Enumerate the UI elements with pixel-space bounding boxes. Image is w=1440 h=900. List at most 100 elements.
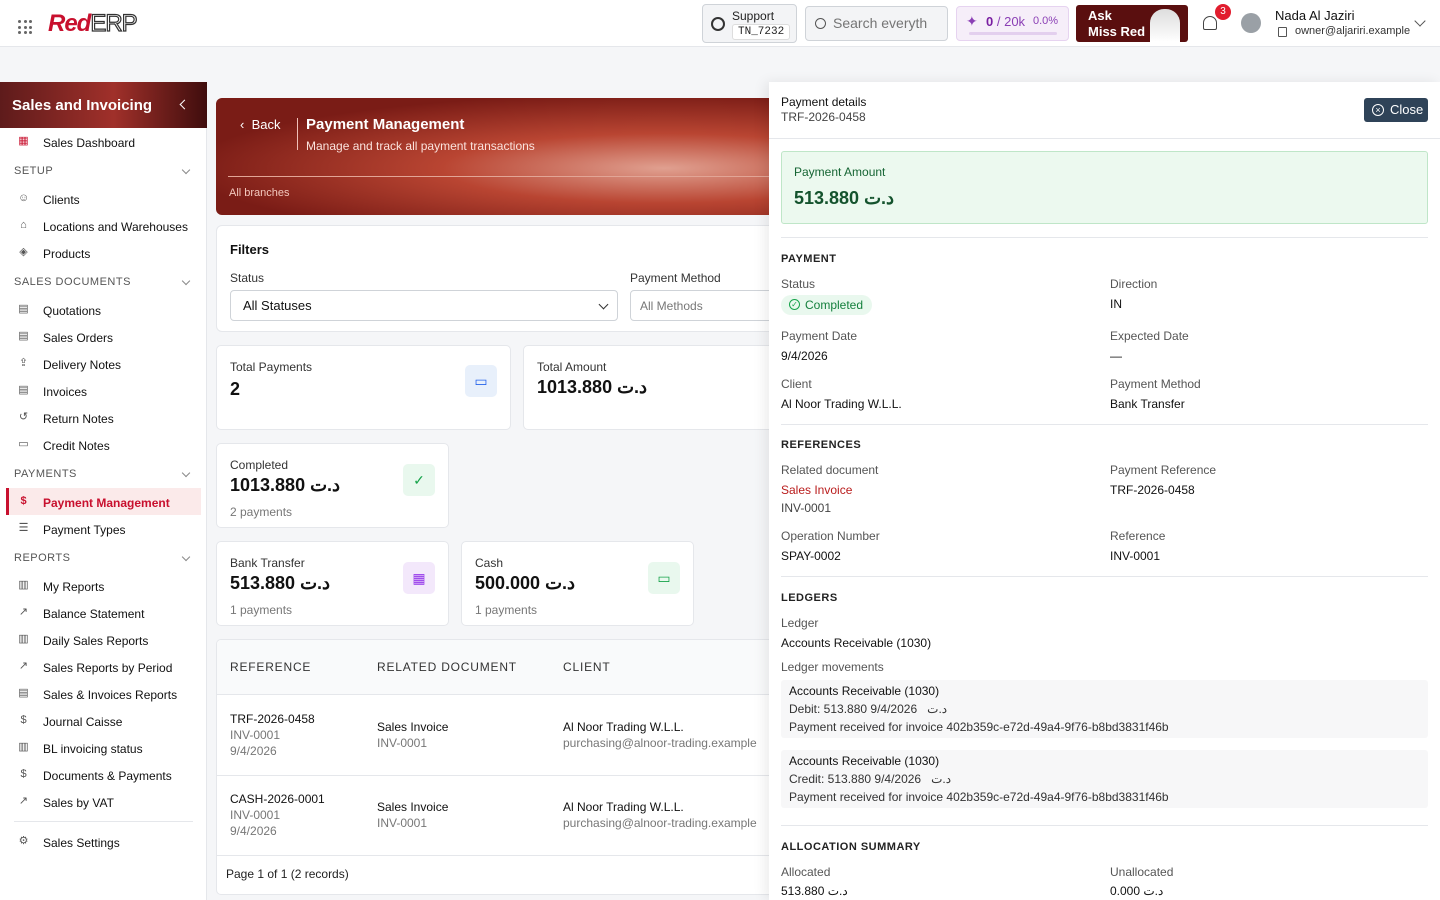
sidebar-section-setup[interactable]: SETUP (0, 155, 207, 185)
chevron-down-icon (598, 299, 609, 310)
return-icon: ↺ (18, 411, 29, 423)
page-subtitle: Manage and track all payment transaction… (306, 139, 535, 153)
sidebar-item-clients[interactable]: ☺ Clients (0, 185, 207, 212)
sidebar-item-return-notes[interactable]: ↺ Return Notes (0, 404, 207, 431)
page-title: Payment Management (306, 116, 465, 133)
table-row[interactable]: TRF-2026-0458 INV-0001 9/4/2026 Sales In… (217, 696, 775, 776)
bell-icon[interactable] (1203, 16, 1217, 30)
cash-card: Cash 500.000 د.ت 1 payments ▭ (461, 541, 694, 626)
sidebar-item-quotations[interactable]: ▤ Quotations (0, 296, 207, 323)
document-icon: ▤ (18, 330, 29, 342)
sidebar-item-locations[interactable]: ⌂ Locations and Warehouses (0, 212, 207, 239)
top-bar: RedERP Support TN_7232 ✦ 0 / 20k 0.0% As… (0, 0, 1440, 47)
check-icon: ✓ (789, 299, 800, 310)
sidebar-item-products[interactable]: ◈ Products (0, 239, 207, 266)
ai-usage-meter[interactable]: ✦ 0 / 20k 0.0% (956, 6, 1069, 41)
ask-miss-red-button[interactable]: Ask Miss Red (1076, 5, 1188, 42)
total-payments-card: Total Payments 2 ▭ (216, 345, 511, 430)
sidebar-item-documents-payments[interactable]: $ Documents & Payments (0, 761, 207, 788)
sidebar-item-payment-management[interactable]: $ Payment Management (6, 488, 201, 515)
search-input[interactable] (833, 15, 943, 31)
dollar-icon: $ (20, 714, 27, 726)
bar-chart-icon: ▥ (18, 741, 29, 753)
collapse-sidebar-icon[interactable] (179, 99, 190, 110)
cash-icon: ▭ (648, 562, 680, 594)
close-icon: × (1372, 104, 1384, 116)
related-document-link[interactable]: Sales Invoice (781, 483, 852, 497)
ledger-movement: Accounts Receivable (1030) Credit: 513.8… (781, 750, 1428, 808)
divider (769, 138, 1440, 139)
check-circle-icon: ✓ (403, 464, 435, 496)
chevron-down-icon (181, 552, 191, 562)
sidebar-item-bl-invoicing-status[interactable]: ▥ BL invoicing status (0, 734, 207, 761)
users-icon: ☺ (18, 192, 30, 204)
sidebar-section-sales-documents[interactable]: SALES DOCUMENTS (0, 266, 207, 296)
close-button[interactable]: × Close (1364, 98, 1428, 122)
payments-table: REFERENCE RELATED DOCUMENT CLIENT TRF-20… (216, 639, 776, 895)
bank-icon: ▦ (403, 562, 435, 594)
dollar-icon: $ (20, 768, 27, 780)
sidebar-item-my-reports[interactable]: ▥ My Reports (0, 572, 207, 599)
support-button[interactable]: Support TN_7232 (702, 4, 797, 43)
trend-icon: ↗ (18, 606, 29, 618)
sidebar-item-sales-orders[interactable]: ▤ Sales Orders (0, 323, 207, 350)
sidebar-header: Sales and Invoicing (0, 82, 207, 128)
gear-icon: ⚙ (18, 835, 29, 847)
invoice-icon: ▤ (18, 384, 29, 396)
sidebar: Sales and Invoicing ▦ Sales Dashboard SET… (0, 82, 207, 900)
sidebar-item-sales-dashboard[interactable]: ▦ Sales Dashboard (0, 128, 207, 155)
bank-transfer-card: Bank Transfer 513.880 د.ت 1 payments ▦ (216, 541, 449, 626)
user-avatar[interactable] (1241, 13, 1261, 33)
bar-chart-icon: ▥ (18, 633, 29, 645)
upload-icon: ⇪ (18, 357, 29, 369)
logo[interactable]: RedERP (48, 9, 138, 38)
support-code: TN_7232 (732, 24, 791, 40)
user-email: owner@aljariri.example (1295, 25, 1411, 37)
document-icon: ▤ (18, 303, 29, 315)
sidebar-item-balance-statement[interactable]: ↗ Balance Statement (0, 599, 207, 626)
app-grid-icon[interactable] (18, 20, 32, 34)
payment-method-select[interactable]: All Methods (630, 290, 780, 321)
divider (781, 825, 1428, 826)
sidebar-section-reports[interactable]: REPORTS (0, 542, 207, 572)
assistant-avatar-icon (1150, 9, 1180, 42)
sparkle-icon: ✦ (966, 13, 978, 29)
copy-icon[interactable] (1278, 27, 1287, 37)
divider (781, 424, 1428, 425)
ledger-movement: Accounts Receivable (1030) Debit: 513.88… (781, 680, 1428, 738)
chevron-down-icon (181, 468, 191, 478)
list-icon: ☰ (18, 522, 29, 534)
sidebar-item-sales-settings[interactable]: ⚙ Sales Settings (0, 828, 207, 855)
lifebuoy-icon (711, 17, 725, 31)
completed-card: Completed 1013.880 د.ت 2 payments ✓ (216, 443, 449, 528)
sidebar-item-invoices[interactable]: ▤ Invoices (0, 377, 207, 404)
dollar-icon: $ (20, 495, 27, 507)
sidebar-item-sales-invoices-reports[interactable]: ▤ Sales & Invoices Reports (0, 680, 207, 707)
status-badge: ✓ Completed (781, 295, 873, 315)
page-banner: ‹ Back Payment Management Manage and tra… (216, 98, 776, 215)
usage-bar (969, 32, 1057, 35)
chevron-down-icon[interactable] (1414, 15, 1426, 27)
user-name[interactable]: Nada Al Jaziri (1275, 8, 1354, 23)
back-button[interactable]: ‹ Back (240, 117, 280, 132)
divider (297, 118, 298, 150)
table-row[interactable]: CASH-2026-0001 INV-0001 9/4/2026 Sales I… (217, 776, 775, 856)
branch-label[interactable]: All branches (229, 187, 290, 199)
sidebar-item-sales-reports-by-period[interactable]: ↗ Sales Reports by Period (0, 653, 207, 680)
payment-details-panel: Payment details TRF-2026-0458 × Close Pay… (769, 82, 1440, 900)
sidebar-item-credit-notes[interactable]: ▭ Credit Notes (0, 431, 207, 458)
sidebar-section-payments[interactable]: PAYMENTS (0, 458, 207, 488)
search-icon (815, 18, 826, 29)
search-box[interactable] (805, 6, 948, 41)
chevron-down-icon (181, 276, 191, 286)
sidebar-item-delivery-notes[interactable]: ⇪ Delivery Notes (0, 350, 207, 377)
status-select[interactable]: All Statuses (230, 290, 618, 321)
panel-title: Payment details (781, 95, 867, 109)
sidebar-item-daily-sales-reports[interactable]: ▥ Daily Sales Reports (0, 626, 207, 653)
sidebar-item-sales-by-vat[interactable]: ↗ Sales by VAT (0, 788, 207, 815)
trend-icon: ↗ (18, 795, 29, 807)
payment-amount-box: Payment Amount 513.880 د.ت (781, 151, 1428, 224)
sidebar-item-payment-types[interactable]: ☰ Payment Types (0, 515, 207, 542)
sidebar-item-journal-caisse[interactable]: $ Journal Caisse (0, 707, 207, 734)
trend-icon: ↗ (18, 660, 29, 672)
